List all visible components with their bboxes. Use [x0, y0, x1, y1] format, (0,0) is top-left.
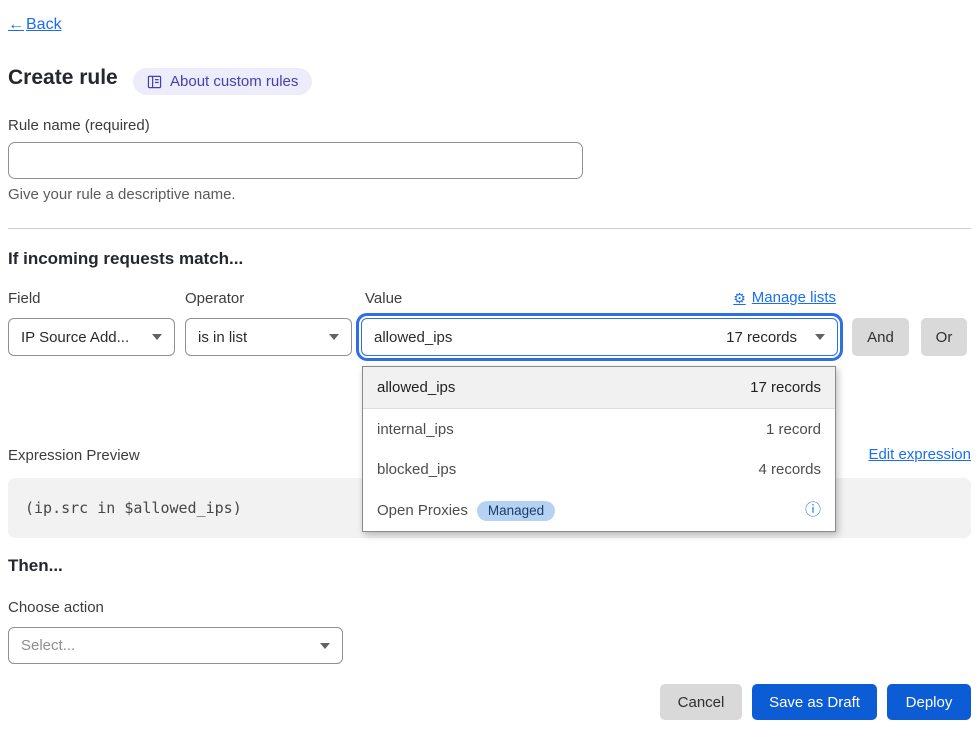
gear-icon: ⚙	[733, 291, 746, 305]
value-dropdown-menu: allowed_ips 17 records internal_ips 1 re…	[362, 366, 836, 532]
dropdown-item-internal-ips[interactable]: internal_ips 1 record	[363, 409, 835, 450]
choose-action-label: Choose action	[8, 599, 104, 616]
then-section-title: Then...	[8, 556, 63, 576]
deploy-button[interactable]: Deploy	[887, 684, 971, 720]
back-label: Back	[26, 16, 62, 34]
value-select-records: 17 records	[726, 329, 797, 346]
list-name: Open Proxies	[377, 502, 468, 519]
value-select-value: allowed_ips	[374, 329, 452, 346]
edit-expression-link[interactable]: Edit expression	[868, 446, 971, 463]
dropdown-item-blocked-ips[interactable]: blocked_ips 4 records	[363, 450, 835, 491]
list-name: blocked_ips	[377, 461, 456, 478]
field-label: Field	[8, 290, 41, 307]
value-label: Value	[365, 290, 402, 307]
about-custom-rules-link[interactable]: About custom rules	[133, 68, 312, 95]
expression-preview-label: Expression Preview	[8, 447, 140, 464]
managed-badge: Managed	[477, 501, 555, 521]
chevron-down-icon	[152, 334, 162, 340]
match-section-title: If incoming requests match...	[8, 249, 243, 269]
action-select[interactable]: Select...	[8, 627, 343, 664]
list-records: 17 records	[750, 379, 821, 396]
section-divider	[8, 228, 971, 229]
action-select-placeholder: Select...	[21, 637, 75, 654]
chevron-down-icon	[815, 334, 825, 340]
list-records: 4 records	[758, 461, 821, 478]
field-select[interactable]: IP Source Add...	[8, 318, 175, 356]
and-button[interactable]: And	[852, 318, 909, 356]
list-name: allowed_ips	[377, 379, 455, 396]
manage-lists-link[interactable]: ⚙ Manage lists	[733, 289, 836, 306]
rule-name-input[interactable]	[8, 142, 583, 179]
expression-code: (ip.src in $allowed_ips)	[25, 499, 242, 517]
back-link[interactable]: ←Back	[8, 16, 62, 34]
manage-lists-label: Manage lists	[752, 289, 836, 306]
back-arrow-icon: ←	[8, 16, 24, 34]
or-button[interactable]: Or	[921, 318, 967, 356]
chevron-down-icon	[320, 643, 330, 649]
chevron-down-icon	[329, 334, 339, 340]
dropdown-item-open-proxies[interactable]: Open Proxies Managed ⓘ	[363, 490, 835, 531]
list-records: 1 record	[766, 421, 821, 438]
about-label: About custom rules	[170, 73, 298, 90]
value-select[interactable]: allowed_ips 17 records	[361, 318, 838, 356]
rule-name-helper: Give your rule a descriptive name.	[8, 186, 236, 203]
dropdown-item-allowed-ips[interactable]: allowed_ips 17 records	[363, 367, 835, 409]
operator-label: Operator	[185, 290, 244, 307]
book-open-icon	[147, 75, 162, 89]
create-rule-page: ←Back Create rule About custom rules Rul…	[0, 0, 979, 739]
rule-name-label: Rule name (required)	[8, 117, 150, 134]
cancel-button[interactable]: Cancel	[660, 684, 742, 720]
operator-select[interactable]: is in list	[185, 318, 352, 356]
field-select-value: IP Source Add...	[21, 329, 129, 346]
info-icon[interactable]: ⓘ	[805, 503, 821, 519]
operator-select-value: is in list	[198, 329, 247, 346]
save-as-draft-button[interactable]: Save as Draft	[752, 684, 877, 720]
list-name: internal_ips	[377, 421, 454, 438]
page-title: Create rule	[8, 66, 118, 90]
